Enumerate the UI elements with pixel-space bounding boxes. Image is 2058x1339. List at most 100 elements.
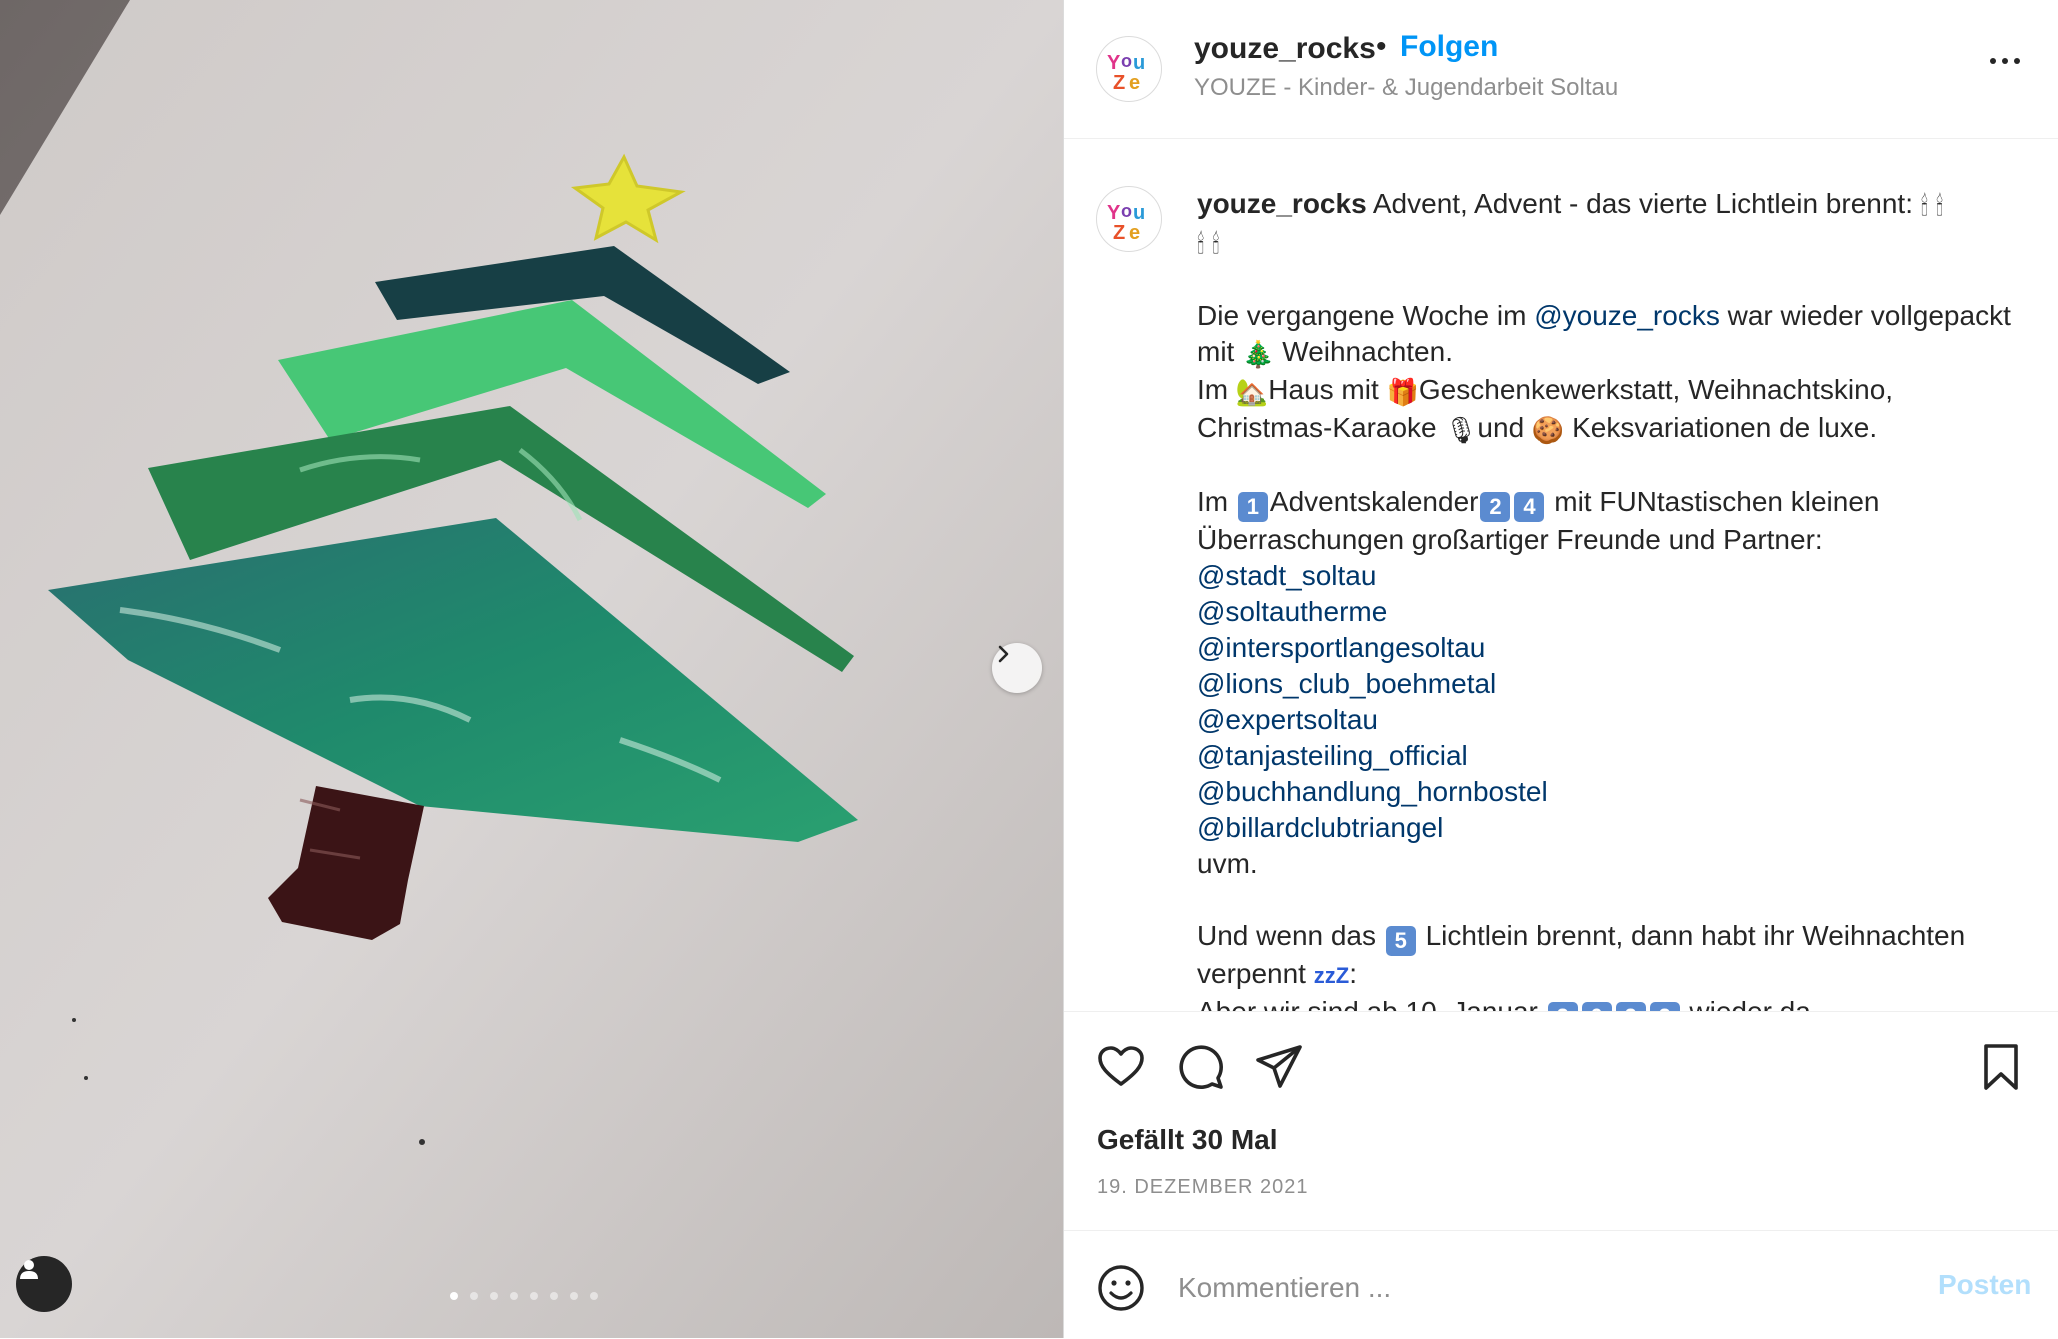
caption-line-text: : (1349, 958, 1357, 989)
caption-line-text: Adventskalender (1269, 486, 1479, 517)
action-bar: Gefällt 30 Mal 19. DEZEMBER 2021 (1064, 1011, 2058, 1230)
caption-line: verpennt zzZ: (1197, 956, 2037, 994)
house-emoji: 🏡 (1235, 377, 1269, 407)
svg-text:e: e (1129, 72, 1140, 94)
caption-line: Die vergangene Woche im @youze_rocks war… (1197, 298, 2037, 334)
header-separator: • (1376, 30, 1387, 63)
keycap-emoji: 2 (1547, 1002, 1578, 1011)
user-tag-button[interactable] (16, 1256, 72, 1312)
mention-link[interactable]: @buchhandlung_hornbostel (1197, 774, 2037, 810)
svg-text:u: u (1133, 52, 1145, 74)
candle-emoji: 🕯 (1212, 229, 1220, 259)
mention-link[interactable]: @stadt_soltau (1197, 558, 2037, 594)
youze-logo: Y o u Z e (1107, 51, 1145, 94)
post-date[interactable]: 19. DEZEMBER 2021 (1097, 1176, 1309, 1199)
svg-text:Z: Z (1113, 222, 1125, 244)
avatar[interactable]: Y o u Z e (1096, 186, 1162, 252)
carousel-dot (510, 1292, 518, 1300)
keycap-emoji: 5 (1385, 926, 1416, 956)
carousel-dot (570, 1292, 578, 1300)
mention-link[interactable]: @youze_rocks (1534, 300, 1720, 331)
caption-line-text: Im (1197, 486, 1236, 517)
caption-line: youze_rocks Advent, Advent - das vierte … (1197, 186, 2037, 224)
post-header: Y o u Z e youze_rocks • Folgen YOUZE - K… (1064, 0, 2058, 139)
candle-emoji: 🕯 (1935, 191, 1944, 221)
next-slide-button[interactable] (992, 643, 1042, 693)
caption-line-text: mit FUNtastischen kleinen (1546, 486, 1880, 517)
caption-line-text: Die vergangene Woche im (1197, 300, 1535, 331)
microphone-emoji: 🎙 (1444, 415, 1478, 445)
svg-text:e: e (1129, 222, 1140, 244)
send-icon[interactable] (1254, 1042, 1304, 1092)
caption-line-text: Christmas-Karaoke (1197, 412, 1445, 443)
comment-icon[interactable] (1176, 1042, 1226, 1092)
mention-link[interactable]: @tanjasteiling_official (1197, 738, 2037, 774)
header-username[interactable]: youze_rocks (1194, 32, 1376, 66)
caption-line: Überraschungen großartiger Freunde und P… (1197, 524, 1823, 555)
sleeping-emoji: zzZ (1313, 963, 1350, 988)
likes-count[interactable]: Gefällt 30 Mal (1097, 1124, 1278, 1156)
mention-link[interactable]: @soltautherme (1197, 594, 2037, 630)
heart-icon[interactable] (1096, 1042, 1146, 1092)
caption-line-text: mit (1197, 336, 1243, 367)
bookmark-icon[interactable] (1976, 1042, 2026, 1092)
carousel-dot (470, 1292, 478, 1300)
avatar[interactable]: Y o u Z e (1096, 36, 1162, 102)
caption-blank (1197, 262, 2037, 298)
caption-line-text: Und wenn das (1197, 920, 1384, 951)
post-panel: Y o u Z e youze_rocks • Folgen YOUZE - K… (1064, 0, 2058, 1338)
svg-text:o: o (1121, 51, 1132, 71)
caption-area[interactable]: Y o u Z e youze_rocks Advent, Advent - d… (1064, 139, 2058, 1011)
caption-blank (1197, 448, 2037, 484)
cookie-emoji: 🍪 (1531, 415, 1565, 445)
tree-emoji: 🎄 (1242, 339, 1275, 369)
mention-link[interactable]: @expertsoltau (1197, 702, 2037, 738)
keycap-emoji: 0 (1581, 1002, 1612, 1011)
caption-line-text: war wieder vollgepackt (1719, 300, 2011, 331)
carousel-dot (450, 1292, 458, 1300)
more-horizontal-icon (2014, 58, 2020, 64)
keycap-emoji: 1 (1237, 492, 1268, 522)
caption-line-text: Geschenkewerkstatt, Weihnachtskino, (1418, 374, 1894, 405)
mention-link[interactable]: @lions_club_boehmetal (1197, 666, 2037, 702)
mention-link[interactable]: @intersportlangesoltau (1197, 630, 2037, 666)
follow-button[interactable]: Folgen (1400, 30, 1498, 64)
caption-username[interactable]: youze_rocks (1197, 188, 1367, 219)
comment-input[interactable] (1176, 1261, 1860, 1315)
user-tag-icon (20, 1260, 38, 1279)
carousel-dot (530, 1292, 538, 1300)
caption-line: Im 🏡Haus mit 🎁Geschenkewerkstatt, Weihna… (1197, 372, 2037, 410)
caption-text: youze_rocks Advent, Advent - das vierte … (1197, 186, 2037, 1011)
caption-line: mit 🎄 Weihnachten. (1197, 334, 2037, 372)
post-image[interactable] (0, 0, 1063, 1338)
svg-text:Z: Z (1113, 72, 1125, 94)
caption-line-text: Aber wir sind ab 10. Januar (1197, 996, 1546, 1011)
smiley-icon[interactable] (1096, 1263, 1146, 1313)
gift-emoji: 🎁 (1386, 377, 1419, 407)
chevron-right-icon (998, 645, 1009, 663)
caption-blank (1197, 882, 2037, 918)
candle-emoji: 🕯 (1197, 229, 1205, 259)
carousel-dot (550, 1292, 558, 1300)
post-comment-button[interactable]: Posten (1938, 1269, 2031, 1301)
carousel-dot (490, 1292, 498, 1300)
caption-line-text: Advent, Advent - das vierte Lichtlein br… (1372, 188, 1913, 219)
caption-line: Christmas-Karaoke 🎙und 🍪 Keksvariationen… (1197, 410, 2037, 448)
svg-text:u: u (1133, 202, 1145, 224)
caption-line: uvm. (1197, 848, 1258, 879)
caption-line-text: Weihnachten. (1282, 336, 1453, 367)
caption-line-text: Haus mit (1268, 374, 1387, 405)
caption-line: Aber wir sind ab 10. Januar 2022 wieder … (1197, 994, 2037, 1011)
caption-line: 🕯 🕯 (1197, 224, 2037, 262)
keycap-emoji: 2 (1649, 1002, 1680, 1011)
more-horizontal-icon (1990, 58, 1996, 64)
caption-line-text: verpennt (1197, 958, 1314, 989)
christmas-tree-painting (0, 0, 1063, 1338)
carousel-indicator (450, 1292, 598, 1300)
more-options-button[interactable] (1990, 50, 2020, 72)
caption-line-text: und (1477, 412, 1532, 443)
mention-link[interactable]: @billardclubtriangel (1197, 810, 2037, 846)
header-subtitle[interactable]: YOUZE - Kinder- & Jugendarbeit Soltau (1194, 74, 1618, 102)
svg-text:Y: Y (1107, 52, 1121, 74)
carousel-dot (590, 1292, 598, 1300)
